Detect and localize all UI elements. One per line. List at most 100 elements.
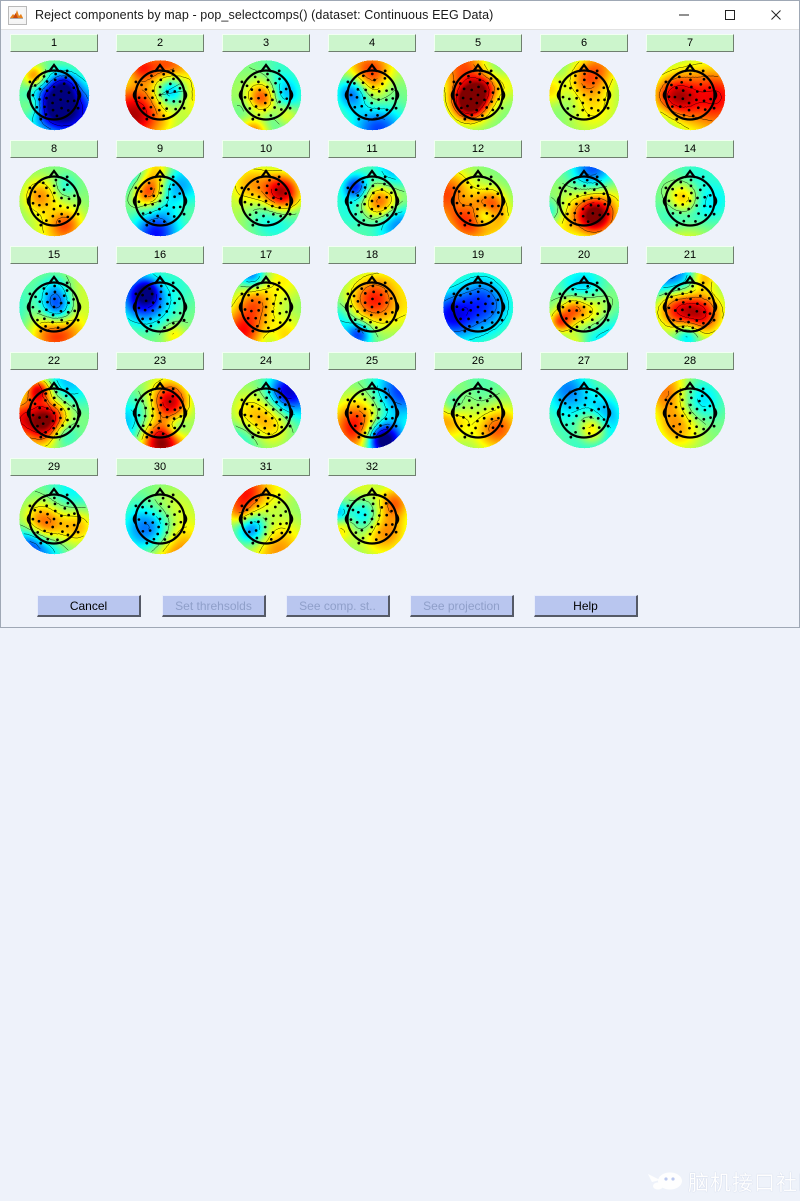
window-title: Reject components by map - pop_selectcom… [35, 8, 494, 22]
component-button-9[interactable]: 9 [116, 140, 204, 158]
topoplot-31[interactable] [222, 477, 310, 561]
component-cell: 5 [425, 34, 531, 140]
component-cell: 24 [213, 352, 319, 458]
topoplot-1[interactable] [10, 53, 98, 137]
component-button-4[interactable]: 4 [328, 34, 416, 52]
component-button-15[interactable]: 15 [10, 246, 98, 264]
component-cell: 27 [531, 352, 637, 458]
topoplot-7[interactable] [646, 53, 734, 137]
component-button-22[interactable]: 22 [10, 352, 98, 370]
maximize-button[interactable] [707, 1, 753, 29]
topoplot-5[interactable] [434, 53, 522, 137]
window-controls [661, 1, 799, 29]
component-button-19[interactable]: 19 [434, 246, 522, 264]
component-button-8[interactable]: 8 [10, 140, 98, 158]
component-button-29[interactable]: 29 [10, 458, 98, 476]
cancel-button[interactable]: Cancel [37, 595, 141, 617]
component-cell: 3 [213, 34, 319, 140]
topoplot-29[interactable] [10, 477, 98, 561]
topoplot-18[interactable] [328, 265, 416, 349]
component-button-30[interactable]: 30 [116, 458, 204, 476]
action-button-bar: Cancel Set threhsolds See comp. st.. See… [1, 585, 800, 1195]
component-button-27[interactable]: 27 [540, 352, 628, 370]
component-button-5[interactable]: 5 [434, 34, 522, 52]
see-projection-button[interactable]: See projection [410, 595, 514, 617]
speech-bubble-logo-icon [646, 1168, 688, 1196]
component-button-12[interactable]: 12 [434, 140, 522, 158]
topoplot-13[interactable] [540, 159, 628, 243]
topoplot-24[interactable] [222, 371, 310, 455]
close-button[interactable] [753, 1, 799, 29]
component-button-13[interactable]: 13 [540, 140, 628, 158]
component-button-21[interactable]: 21 [646, 246, 734, 264]
topoplot-2[interactable] [116, 53, 204, 137]
topoplot-17[interactable] [222, 265, 310, 349]
component-cell: 6 [531, 34, 637, 140]
component-button-17[interactable]: 17 [222, 246, 310, 264]
topoplot-32[interactable] [328, 477, 416, 561]
component-button-32[interactable]: 32 [328, 458, 416, 476]
topoplot-3[interactable] [222, 53, 310, 137]
help-button[interactable]: Help [534, 595, 638, 617]
topoplot-15[interactable] [10, 265, 98, 349]
component-row: 29 30 31 32 [1, 458, 799, 564]
component-button-11[interactable]: 11 [328, 140, 416, 158]
component-cell: 25 [319, 352, 425, 458]
watermark: 脑机接口社区 [646, 1167, 800, 1197]
topoplot-14[interactable] [646, 159, 734, 243]
component-cell: 10 [213, 140, 319, 246]
component-button-16[interactable]: 16 [116, 246, 204, 264]
component-button-18[interactable]: 18 [328, 246, 416, 264]
component-cell: 32 [319, 458, 425, 564]
component-cell: 18 [319, 246, 425, 352]
component-cell: 4 [319, 34, 425, 140]
component-row: 15 16 17 18 19 20 21 [1, 246, 799, 352]
component-button-23[interactable]: 23 [116, 352, 204, 370]
topoplot-30[interactable] [116, 477, 204, 561]
component-cell: 26 [425, 352, 531, 458]
minimize-button[interactable] [661, 1, 707, 29]
topoplot-27[interactable] [540, 371, 628, 455]
topoplot-16[interactable] [116, 265, 204, 349]
topoplot-22[interactable] [10, 371, 98, 455]
topoplot-8[interactable] [10, 159, 98, 243]
component-button-14[interactable]: 14 [646, 140, 734, 158]
topoplot-23[interactable] [116, 371, 204, 455]
component-button-3[interactable]: 3 [222, 34, 310, 52]
topoplot-21[interactable] [646, 265, 734, 349]
topoplot-4[interactable] [328, 53, 416, 137]
component-button-31[interactable]: 31 [222, 458, 310, 476]
topoplot-19[interactable] [434, 265, 522, 349]
component-button-1[interactable]: 1 [10, 34, 98, 52]
component-grid: 1 2 3 4 5 6 7 8 9 10 11 12 13 14 15 16 17 18 19 20 21 22 23 24 2… [1, 30, 799, 585]
component-cell: 11 [319, 140, 425, 246]
component-cell: 13 [531, 140, 637, 246]
topoplot-9[interactable] [116, 159, 204, 243]
component-cell: 22 [1, 352, 107, 458]
component-cell: 28 [637, 352, 743, 458]
topoplot-10[interactable] [222, 159, 310, 243]
topoplot-28[interactable] [646, 371, 734, 455]
component-cell: 14 [637, 140, 743, 246]
component-button-24[interactable]: 24 [222, 352, 310, 370]
set-thresholds-button[interactable]: Set threhsolds [162, 595, 266, 617]
component-button-6[interactable]: 6 [540, 34, 628, 52]
component-button-28[interactable]: 28 [646, 352, 734, 370]
topoplot-25[interactable] [328, 371, 416, 455]
component-button-7[interactable]: 7 [646, 34, 734, 52]
topoplot-11[interactable] [328, 159, 416, 243]
topoplot-6[interactable] [540, 53, 628, 137]
component-cell: 9 [107, 140, 213, 246]
component-button-25[interactable]: 25 [328, 352, 416, 370]
component-cell: 20 [531, 246, 637, 352]
see-comp-stats-button[interactable]: See comp. st.. [286, 595, 390, 617]
component-row: 8 9 10 11 12 13 14 [1, 140, 799, 246]
topoplot-20[interactable] [540, 265, 628, 349]
component-button-20[interactable]: 20 [540, 246, 628, 264]
component-button-2[interactable]: 2 [116, 34, 204, 52]
component-cell: 21 [637, 246, 743, 352]
component-button-10[interactable]: 10 [222, 140, 310, 158]
topoplot-26[interactable] [434, 371, 522, 455]
topoplot-12[interactable] [434, 159, 522, 243]
component-button-26[interactable]: 26 [434, 352, 522, 370]
